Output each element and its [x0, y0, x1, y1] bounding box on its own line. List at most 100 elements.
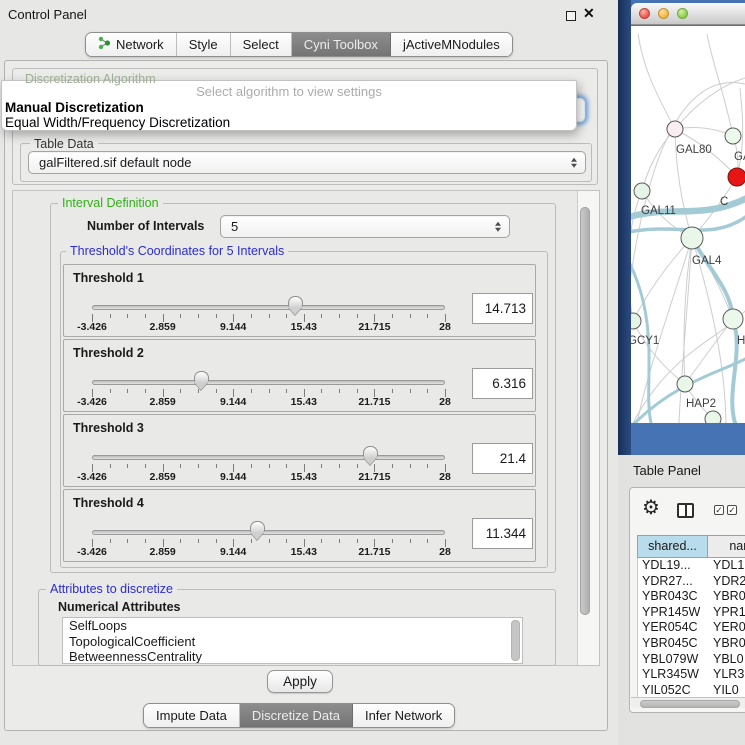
threshold-value-field[interactable]: 21.4 — [472, 443, 533, 474]
slider-tick-label: 2.859 — [149, 471, 175, 483]
threshold-slider-track[interactable] — [92, 305, 445, 310]
network-canvas[interactable]: GAL80GALCGAL11GAL4GCY1HHAP2 — [631, 26, 745, 423]
number-of-intervals-combobox[interactable]: 5 — [220, 215, 510, 238]
network-node-hap2[interactable] — [677, 376, 693, 392]
tab-cyni-toolbox-label: Cyni Toolbox — [304, 37, 378, 52]
slider-tick — [269, 314, 270, 318]
numerical-attributes-list[interactable]: SelfLoopsTopologicalCoefficientBetweenne… — [62, 617, 523, 664]
threshold-slider-track[interactable] — [92, 455, 445, 460]
table-row[interactable]: YLR345WYLR3 — [638, 667, 745, 683]
slider-tick — [251, 389, 252, 393]
threshold-slider-handle[interactable] — [250, 521, 265, 532]
table-panel-title: Table Panel — [633, 463, 701, 478]
tab-style[interactable]: Style — [177, 33, 231, 56]
network-node[interactable] — [705, 411, 721, 423]
table-row[interactable]: YDL19...YDL1 — [638, 558, 745, 574]
gear-icon[interactable]: ⚙ — [642, 498, 660, 518]
cell-shared-name: YPR145W — [638, 605, 709, 621]
threshold-panel-2: Threshold 2-3.4262.8599.14415.4321.71528… — [63, 339, 536, 412]
slider-tick — [339, 314, 340, 318]
popup-item-manual-discretization[interactable]: Manual Discretization — [2, 100, 576, 115]
slider-tick — [269, 539, 270, 543]
tab-impute-data[interactable]: Impute Data — [144, 704, 240, 727]
attribute-item-betweennesscentrality[interactable]: BetweennessCentrality — [63, 649, 522, 664]
slider-tick — [216, 314, 217, 318]
tab-select[interactable]: Select — [231, 33, 292, 56]
column-header-name[interactable]: name — [708, 535, 745, 558]
table-rows: YDL19...YDL1YDR27...YDR2YBR043CYBR0YPR14… — [637, 558, 745, 697]
threshold-value-field[interactable]: 14.713 — [472, 293, 533, 324]
node-label: GCY1 — [631, 335, 659, 347]
numerical-attributes-label: Numerical Attributes — [58, 600, 180, 614]
slider-tick-label: 28 — [439, 471, 451, 483]
table-row[interactable]: YBR045CYBR0 — [638, 636, 745, 652]
table-row[interactable]: YBR043CYBR0 — [638, 589, 745, 605]
node-label: GAL — [734, 151, 745, 163]
table-scrollbar-thumb[interactable] — [640, 700, 740, 708]
slider-tick — [145, 539, 146, 543]
network-node-h[interactable] — [723, 309, 743, 329]
threshold-slider-track[interactable] — [92, 380, 445, 385]
network-node-gal4[interactable] — [681, 227, 703, 249]
threshold-value-field[interactable]: 11.344 — [472, 518, 533, 549]
network-node-c[interactable] — [728, 168, 745, 186]
network-node-gal80[interactable] — [667, 121, 683, 137]
discretization-algorithm-group-label: Discretization Algorithm — [25, 72, 156, 86]
table-data-combobox-value: galFiltered.sif default node — [39, 155, 191, 170]
network-node-gal[interactable] — [725, 128, 741, 144]
attribute-item-selfloops[interactable]: SelfLoops — [63, 618, 522, 634]
split-columns-icon[interactable] — [677, 503, 694, 518]
network-node-gcy1[interactable] — [631, 313, 641, 329]
tab-cyni-toolbox[interactable]: Cyni Toolbox — [292, 33, 391, 56]
tab-infer-network[interactable]: Infer Network — [353, 704, 454, 727]
table-horizontal-scrollbar[interactable] — [631, 697, 745, 708]
slider-tick — [216, 464, 217, 468]
tab-network[interactable]: Network — [86, 33, 177, 56]
slider-tick-label: 2.859 — [149, 321, 175, 333]
node-label: H — [737, 335, 745, 347]
threshold-panel-4: Threshold 4-3.4262.8599.14415.4321.71528… — [63, 489, 536, 562]
minimize-traffic-light-icon[interactable] — [658, 8, 669, 19]
popup-item-equal-width-frequency-discretization[interactable]: Equal Width/Frequency Discretization — [2, 115, 576, 130]
threshold-slider-handle[interactable] — [288, 296, 303, 307]
network-node-gal11[interactable] — [634, 183, 650, 199]
attributes-group-label: Attributes to discretize — [46, 582, 177, 596]
node-label: HAP2 — [686, 398, 716, 410]
checkbox-icon[interactable] — [727, 505, 737, 515]
table-row[interactable]: YBL079WYBL0 — [638, 652, 745, 668]
zoom-traffic-light-icon[interactable] — [677, 8, 688, 19]
slider-tick — [321, 464, 322, 468]
network-window-titlebar[interactable] — [631, 3, 745, 25]
table-row[interactable]: YIL052CYIL0 — [638, 683, 745, 697]
close-icon[interactable]: ✕ — [583, 5, 595, 22]
attributes-list-scrollbar-thumb[interactable] — [511, 620, 520, 661]
slider-tick-label: 21.715 — [358, 321, 390, 333]
control-panel: Control Panel ✕ NetworkStyleSelectCyni T… — [0, 0, 614, 745]
slider-tick — [392, 539, 393, 543]
threshold-slider-handle[interactable] — [363, 446, 378, 457]
threshold-slider-track[interactable] — [92, 530, 445, 535]
slider-tick — [410, 389, 411, 393]
tab-select-label: Select — [243, 37, 279, 52]
slider-tick — [339, 464, 340, 468]
tab-jactivemnodules[interactable]: jActiveMNodules — [391, 33, 512, 56]
table-data-combobox[interactable]: galFiltered.sif default node — [28, 151, 586, 174]
table-row[interactable]: YER054CYER0 — [638, 620, 745, 636]
slider-tick-label: -3.426 — [77, 471, 107, 483]
checkbox-icon[interactable] — [714, 505, 724, 515]
tab-discretize-data[interactable]: Discretize Data — [240, 704, 353, 727]
threshold-value-field[interactable]: 6.316 — [472, 368, 533, 399]
column-header-shared-name[interactable]: shared... — [637, 535, 708, 558]
threshold-slider-handle[interactable] — [194, 371, 209, 382]
close-traffic-light-icon[interactable] — [639, 8, 650, 19]
attribute-item-topologicalcoefficient[interactable]: TopologicalCoefficient — [63, 634, 522, 650]
slider-tick — [286, 539, 287, 543]
cell-name: YLR3 — [709, 667, 744, 683]
float-window-icon[interactable] — [566, 11, 576, 21]
table-row[interactable]: YPR145WYPR1 — [638, 605, 745, 621]
table-row[interactable]: YDR27...YDR2 — [638, 574, 745, 590]
cell-name: YDR2 — [709, 574, 745, 590]
apply-button[interactable]: Apply — [267, 670, 333, 693]
threshold-label: Threshold 4 — [73, 496, 144, 510]
settings-scrollbar-thumb[interactable] — [580, 207, 590, 615]
